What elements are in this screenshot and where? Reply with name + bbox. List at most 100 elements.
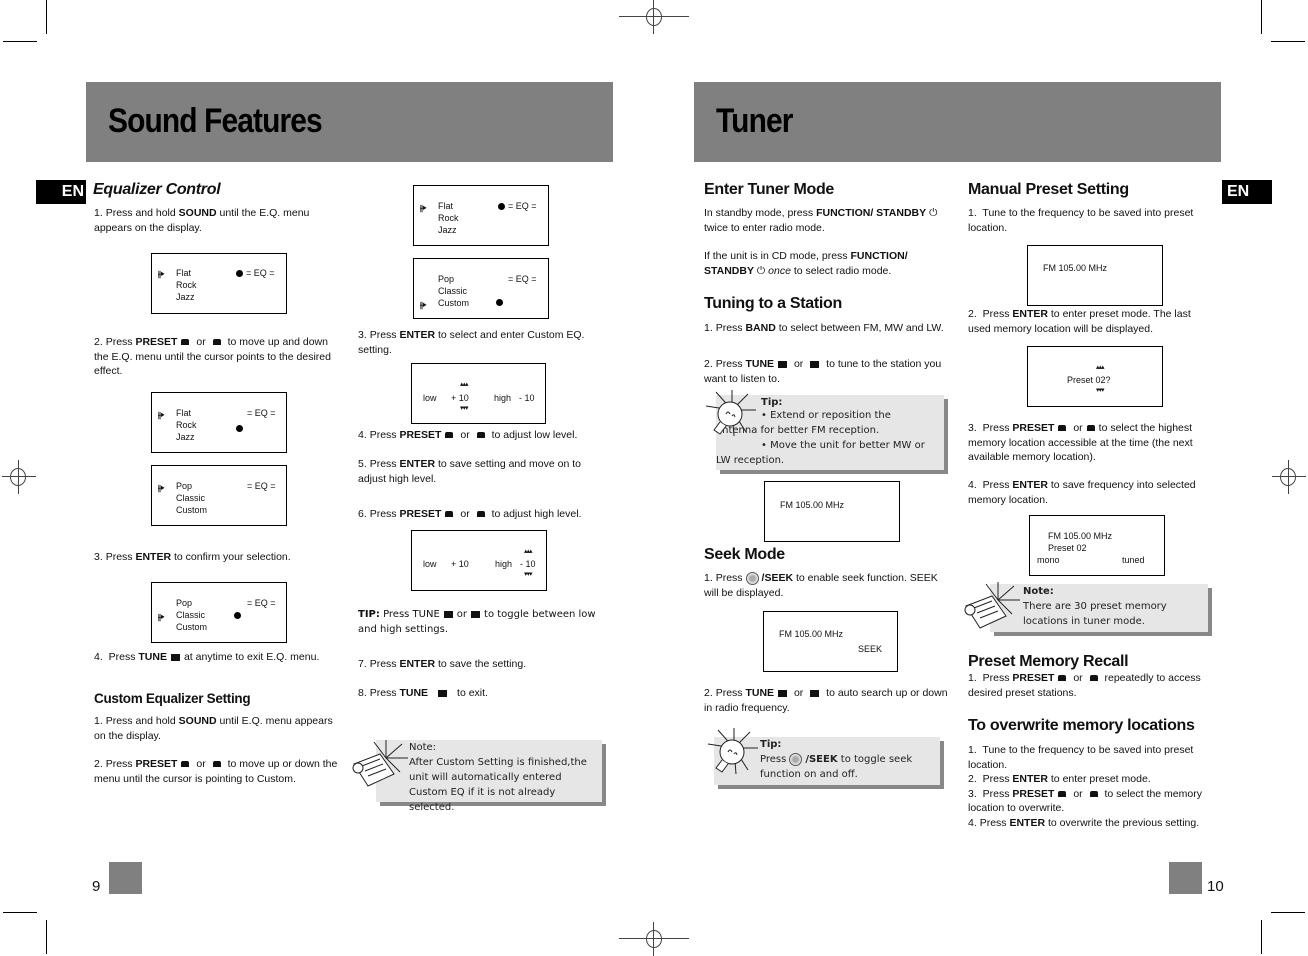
crop-mark: [1261, 920, 1262, 954]
instruction-step: 7. Press ENTER to save the setting.: [358, 658, 527, 670]
paragraph: If the unit is in CD mode, press FUNCTIO…: [704, 250, 908, 277]
tune-button-icon: [471, 610, 481, 618]
section-heading: Equalizer Control: [93, 181, 221, 198]
instruction-step: 4. Press PRESET or to adjust low level.: [358, 429, 578, 441]
lcd-display: ⫲▸ Flat Rock Jazz = EQ =: [151, 392, 287, 453]
selection-dot-icon: [496, 299, 503, 306]
crop-mark: [1271, 41, 1305, 42]
instruction-step: 1. Press and hold SOUND until the E.Q. m…: [94, 207, 310, 234]
instruction-step: 1. Press BAND to select between FM, MW a…: [704, 322, 944, 334]
level-lcd-display: low + 10 high ▴▴▴ - 10 ▾▾▾: [411, 530, 547, 591]
instruction-step: 2. Press TUNE or to auto search up or do…: [704, 687, 948, 714]
registration-mark: [619, 922, 689, 956]
page-title-banner: Sound Features: [86, 82, 613, 162]
registration-mark: [619, 0, 689, 34]
registration-mark: [2, 460, 36, 494]
note-paper-icon: [964, 582, 1020, 629]
level-down-icon: ▾▾▾: [1096, 387, 1104, 394]
tune-button-icon: [810, 689, 820, 697]
preset-up-icon: [445, 511, 454, 518]
selection-dot-icon: [498, 203, 505, 210]
section-heading: Seek Mode: [704, 546, 785, 563]
crop-mark: [3, 41, 37, 42]
preset-up-icon: [1058, 790, 1067, 797]
instruction-step: 2. Press ENTER to enter preset mode. The…: [968, 308, 1191, 335]
lcd-display: ⫲▸ Flat Rock Jazz = EQ =: [151, 253, 287, 314]
instruction-step: 5. Press ENTER to save setting and move …: [358, 458, 581, 485]
crop-mark: [1271, 912, 1305, 913]
preset-down-icon: [212, 761, 221, 768]
cursor-icon: ⫲▸: [158, 410, 165, 420]
level-up-icon: ▴▴▴: [524, 548, 532, 555]
section-heading: Preset Memory Recall: [968, 653, 1129, 670]
preset-down-icon: [1086, 425, 1095, 432]
lcd-display: ⫲▸ Pop Classic Custom = EQ =: [151, 465, 287, 526]
lightbulb-icon: [707, 728, 758, 775]
level-up-icon: ▴▴▴: [1096, 364, 1104, 371]
tune-button-icon: [438, 689, 448, 697]
lcd-display: FM 105.00 MHz Preset 02 mono tuned: [1029, 515, 1165, 576]
instruction-step: 4. Press ENTER to save frequency into se…: [968, 479, 1196, 506]
preset-up-icon: [181, 339, 190, 346]
tune-button-icon: [778, 360, 788, 368]
instruction-step: 1. Press and hold SOUND until E.Q. menu …: [94, 715, 333, 742]
level-up-icon: ▴▴▴: [460, 381, 468, 388]
preset-up-icon: [1058, 675, 1067, 682]
tip-text: TIP: Press TUNE or to toggle between low a…: [358, 609, 596, 635]
section-heading: Enter Tuner Mode: [704, 181, 835, 198]
seek-dice-icon: [745, 571, 759, 585]
tune-button-icon: [170, 653, 180, 661]
instruction-step: 4. Press TUNE at anytime to exit E.Q. men…: [94, 651, 320, 663]
lcd-display: FM 105.00 MHz: [764, 481, 900, 542]
lightbulb-icon: [705, 390, 756, 437]
crop-mark: [46, 920, 47, 954]
instruction-list: 1. Tune to the frequency to be saved int…: [968, 744, 1202, 829]
instruction-step: 2. Press TUNE or to tune to the station …: [704, 358, 942, 385]
level-down-icon: ▾▾▾: [460, 405, 468, 412]
section-heading: To overwrite memory locations: [968, 717, 1195, 734]
registration-mark: [1272, 460, 1306, 494]
level-lcd-display: ▴▴▴ low + 10 ▾▾▾ high - 10: [411, 363, 546, 424]
note-label: Note:: [1023, 586, 1054, 597]
page-marker: [109, 862, 142, 894]
note-text: After Custom Setting is finished,the uni…: [409, 757, 587, 813]
power-icon: ⏻: [929, 207, 938, 219]
cursor-icon: ⫲▸: [420, 300, 427, 310]
preset-down-icon: [1089, 675, 1098, 682]
section-heading: Manual Preset Setting: [968, 181, 1129, 198]
tip-text: • Move the unit for better MW or LW rece…: [716, 440, 925, 466]
lcd-display: ⫲▸ Flat Rock Jazz = EQ =: [413, 185, 549, 246]
instruction-step: 2. Press PRESET or to move up and down t…: [94, 336, 331, 377]
instruction-step: 1. Press PRESET or repeatedly to access …: [968, 672, 1201, 699]
lcd-display: Pop Classic ⫲▸ Custom = EQ =: [413, 258, 549, 319]
tip-text: Press/SEEK to toggle seek function on an…: [760, 752, 913, 780]
selection-dot-icon: [236, 270, 243, 277]
tune-button-icon: [778, 689, 788, 697]
lcd-display: FM 105.00 MHz SEEK: [763, 611, 898, 672]
page-title-banner: Tuner: [694, 82, 1221, 162]
page-marker: [1169, 862, 1202, 894]
instruction-step: 2. Press PRESET or to move up or down th…: [94, 758, 338, 785]
tune-button-icon: [810, 360, 820, 368]
note-label: Note:: [409, 742, 437, 753]
cursor-icon: ⫲▸: [158, 269, 165, 279]
preset-down-icon: [476, 511, 485, 518]
preset-down-icon: [1089, 790, 1098, 797]
instruction-step: 8. Press TUNE to exit.: [358, 687, 488, 699]
preset-down-icon: [476, 432, 485, 439]
instruction-step: 1. Tune to the frequency to be saved int…: [968, 207, 1194, 234]
instruction-step: 3. Press PRESET or to select the highest …: [968, 422, 1193, 463]
instruction-step: 1. Press/SEEK to enable seek function. S…: [704, 571, 938, 599]
paragraph: In standby mode, press FUNCTION/ STANDBY…: [704, 207, 938, 234]
instruction-step: 6. Press PRESET or to adjust high level.: [358, 508, 582, 520]
seek-dice-icon: [789, 752, 803, 766]
crop-mark: [46, 0, 47, 34]
lcd-display: ▴▴▴ Preset 02? ▾▾▾: [1027, 346, 1163, 407]
note-text: There are 30 preset memory locations in …: [1023, 601, 1167, 627]
cursor-icon: ⫲▸: [420, 203, 427, 213]
language-tag-text: EN: [1227, 183, 1250, 200]
level-down-icon: ▾▾▾: [524, 571, 532, 578]
section-heading: Custom Equalizer Setting: [94, 691, 251, 706]
power-icon: ⏻: [756, 264, 766, 277]
selection-dot-icon: [234, 612, 241, 619]
